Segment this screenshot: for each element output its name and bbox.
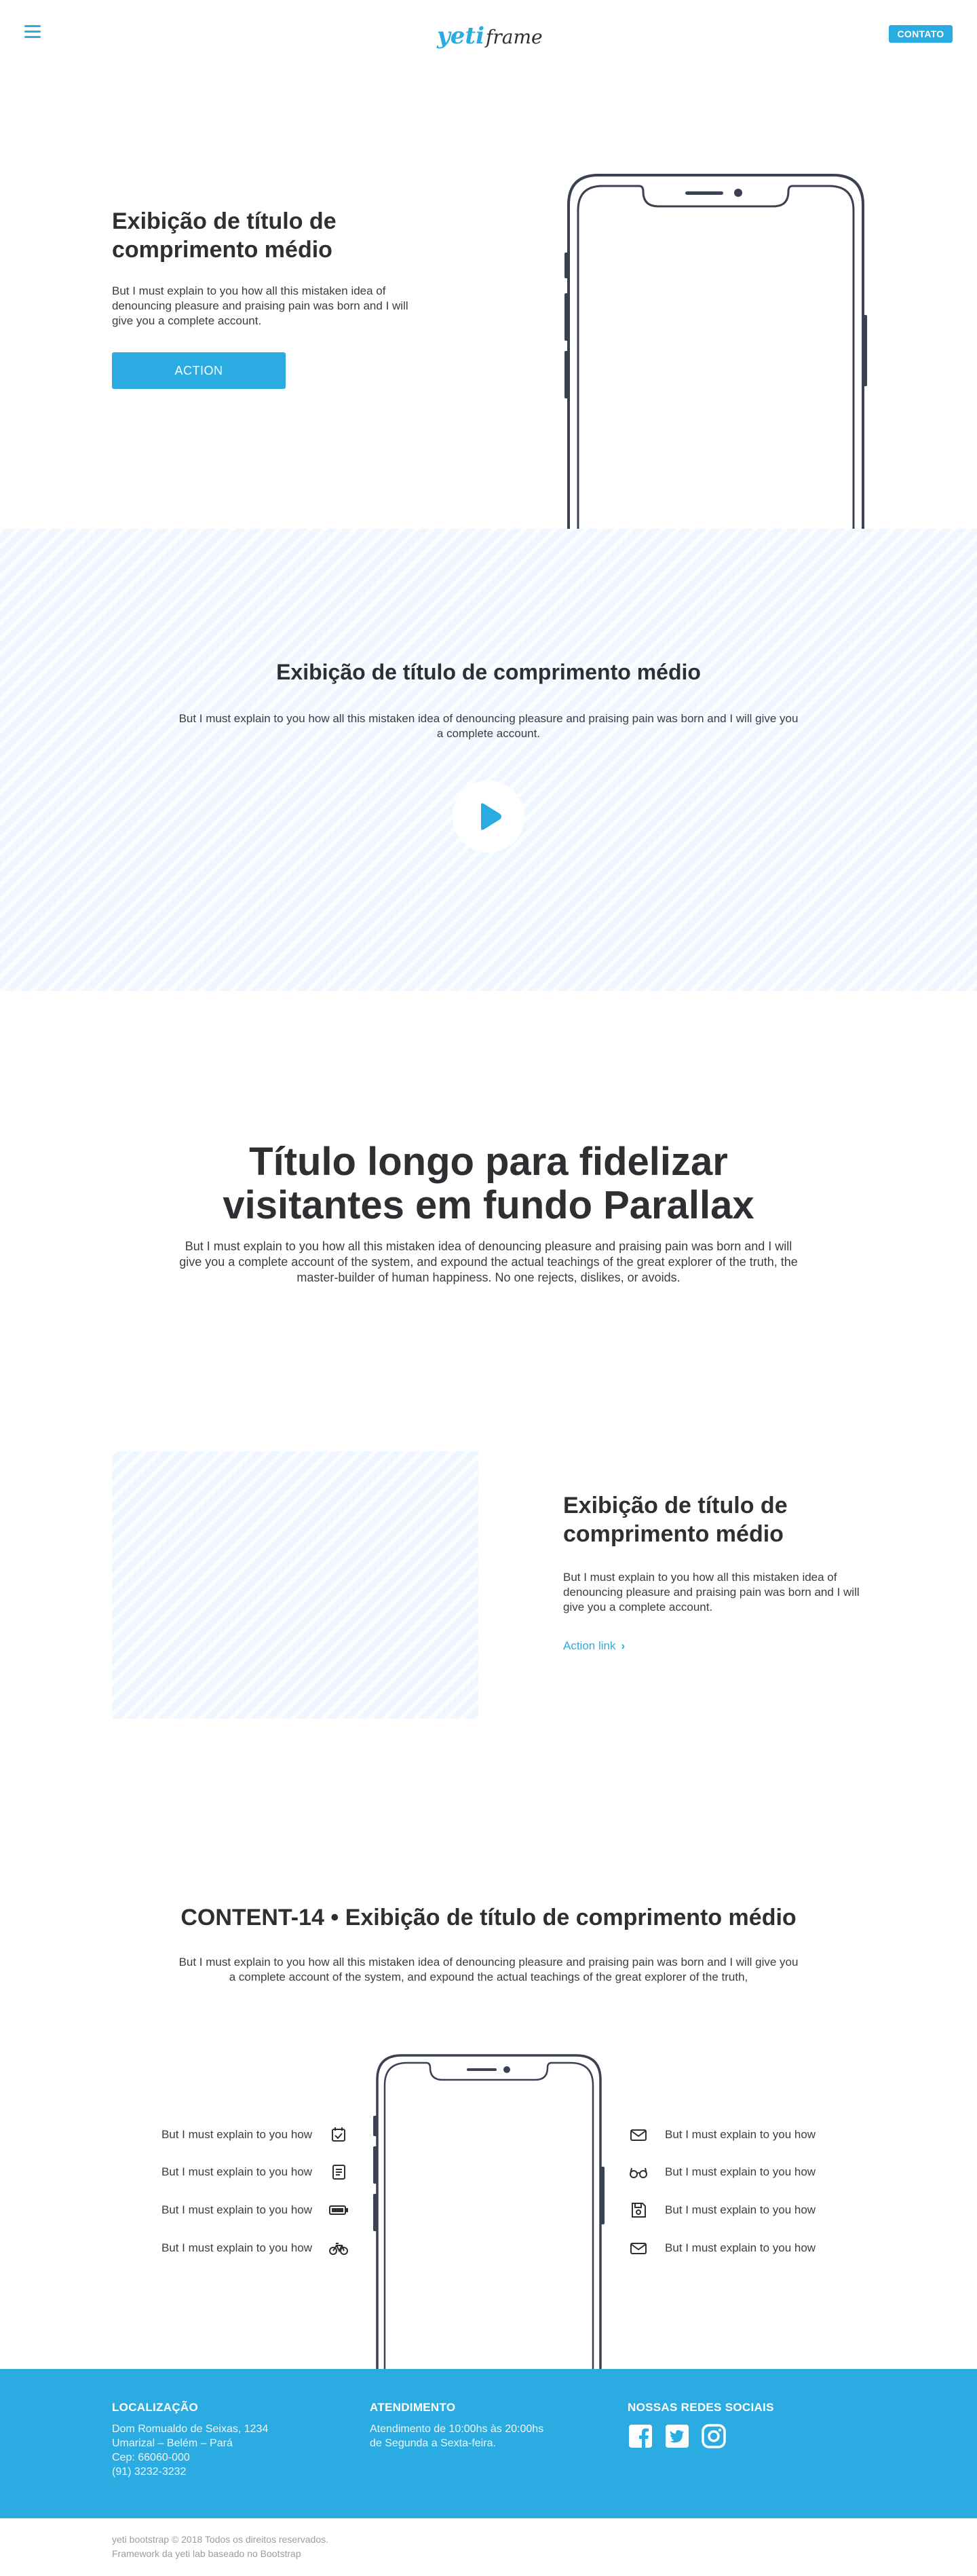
feature-left-4: But I must explain to you how <box>161 2241 312 2254</box>
content14-text: But I must explain to you how all this m… <box>178 1956 799 1983</box>
instagram-icon[interactable] <box>701 2423 727 2449</box>
feature-right-2: But I must explain to you how <box>665 2165 816 2178</box>
feature-left-2: But I must explain to you how <box>161 2165 312 2178</box>
envelope-icon <box>630 2129 647 2141</box>
credit-text: Framework da yeti lab baseado no Bootstr… <box>112 2548 301 2559</box>
video-section <box>0 529 977 991</box>
feature-right-1: But I must explain to you how <box>665 2128 816 2141</box>
media-text: But I must explain to you how all this m… <box>563 1571 860 1613</box>
parallax-title: Título longo para fidelizar visitantes e… <box>223 1140 754 1227</box>
site-header: yeti frame CONTATO <box>0 0 977 68</box>
action-button[interactable]: ACTION <box>112 352 286 389</box>
footer-social-title: NOSSAS REDES SOCIAIS <box>628 2401 774 2414</box>
feature-left-1: But I must explain to you how <box>161 2128 312 2141</box>
action-link[interactable]: Action link › <box>563 1639 625 1653</box>
phone-mockup <box>373 2054 605 2370</box>
logo-yeti: yeti <box>436 22 484 50</box>
feature-left-3: But I must explain to you how <box>161 2203 312 2216</box>
phone-mockup <box>564 174 867 529</box>
parallax-text: But I must explain to you how all this m… <box>179 1239 798 1284</box>
facebook-icon[interactable] <box>628 2423 653 2449</box>
logo[interactable]: yeti frame <box>436 16 544 57</box>
footer-location-line: Umarizal – Belém – Pará <box>112 2438 233 2449</box>
contact-button[interactable]: CONTATO <box>889 25 953 43</box>
footer-location-title: LOCALIZAÇÃO <box>112 2401 199 2414</box>
image-placeholder <box>112 1451 478 1719</box>
video-section-text: But I must explain to you how all this m… <box>178 712 799 740</box>
feature-right-4: But I must explain to you how <box>665 2241 816 2254</box>
footer-service-line: Atendimento de 10:00hs às 20:00hs <box>370 2423 544 2435</box>
content14-title: CONTENT-14 • Exibição de título de compr… <box>180 1905 797 1930</box>
play-icon <box>481 803 501 830</box>
video-section-title: Exibição de título de comprimento médio <box>276 660 701 684</box>
save-disk-icon <box>632 2203 646 2218</box>
copyright-text: yeti bootstrap © 2018 Todos os direitos … <box>112 2534 329 2545</box>
footer-service-line: de Segunda a Sexta-feira. <box>370 2438 496 2449</box>
calendar-check-icon <box>332 2127 345 2142</box>
battery-icon <box>329 2205 348 2215</box>
contact-card-icon <box>332 2165 345 2180</box>
twitter-icon[interactable] <box>664 2423 690 2449</box>
logo-frame: frame <box>484 26 543 48</box>
hero-title: Exibição de título de comprimento médio <box>112 208 337 263</box>
glasses-icon <box>630 2167 647 2178</box>
footer-service-title: ATENDIMENTO <box>370 2401 456 2414</box>
feature-right-3: But I must explain to you how <box>665 2203 816 2216</box>
menu-icon[interactable] <box>24 25 41 39</box>
footer-location-line: Dom Romualdo de Seixas, 1234 <box>112 2423 269 2435</box>
footer-location-line[interactable]: (91) 3232-3232 <box>112 2465 186 2479</box>
play-button[interactable] <box>453 781 524 853</box>
media-title: Exibição de título de comprimento médio <box>563 1493 788 1547</box>
action-link-label: Action link <box>563 1639 616 1652</box>
envelope-icon <box>630 2243 647 2254</box>
bicycle-icon <box>329 2243 348 2255</box>
footer-location-line: Cep: 66060-000 <box>112 2452 190 2463</box>
hero-text: But I must explain to you how all this m… <box>112 284 408 327</box>
chevron-right-icon: › <box>621 1639 626 1652</box>
